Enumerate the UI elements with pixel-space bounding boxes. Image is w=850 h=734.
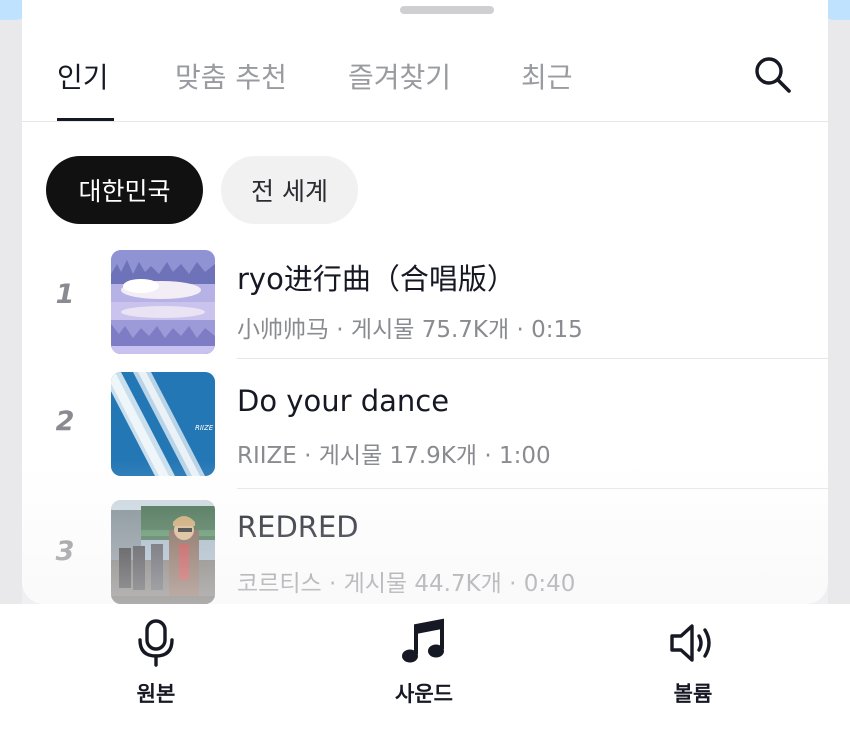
rank-number: 2 xyxy=(55,406,75,437)
row-divider xyxy=(237,358,828,359)
microphone-icon xyxy=(138,619,174,667)
tab-favorites[interactable]: 즐겨찾기 xyxy=(348,56,451,96)
list-item[interactable]: 1 ryo进行曲（合唱版） 小帅帅马 · 게시물 75.7K개 · 0:15 xyxy=(0,244,850,354)
song-title: ryo进行曲（合唱版） xyxy=(237,262,516,296)
drag-handle[interactable] xyxy=(400,6,494,14)
song-cover xyxy=(111,250,215,354)
original-sound-label: 원본 xyxy=(136,682,176,706)
region-chip-global[interactable]: 전 세계 xyxy=(221,156,358,224)
tab-divider xyxy=(22,121,828,122)
song-cover xyxy=(111,500,215,604)
rank-number: 1 xyxy=(55,279,75,310)
song-meta: 小帅帅马 · 게시물 75.7K개 · 0:15 xyxy=(237,317,583,343)
bottom-action-bar: 원본 사운드 볼륨 xyxy=(0,604,850,734)
song-meta: 코르티스 · 게시물 44.7K개 · 0:40 xyxy=(237,571,576,597)
tab-for-you[interactable]: 맞춤 추천 xyxy=(175,56,287,96)
list-item[interactable]: 3 REDRED 코르티스 · 게시물 44.7K개 · 0:40 xyxy=(0,498,850,608)
list-item[interactable]: 2 RIIZE Do your dance RIIZE · 게시물 17.9K개… xyxy=(0,370,850,480)
svg-text:RIIZE: RIIZE xyxy=(195,424,214,432)
search-icon[interactable] xyxy=(752,54,792,94)
song-meta: RIIZE · 게시물 17.9K개 · 1:00 xyxy=(237,443,551,469)
original-sound-button[interactable]: 원본 xyxy=(96,604,216,708)
tab-recent[interactable]: 최근 xyxy=(521,56,573,96)
sound-label: 사운드 xyxy=(395,682,453,706)
rank-number: 3 xyxy=(55,536,75,567)
tab-popular[interactable]: 인기 xyxy=(57,56,109,96)
song-title: Do your dance xyxy=(237,384,450,418)
row-divider xyxy=(237,488,828,489)
volume-label: 볼륨 xyxy=(673,682,713,706)
volume-button[interactable]: 볼륨 xyxy=(633,604,753,708)
music-note-icon xyxy=(402,618,444,663)
region-chip-korea[interactable]: 대한민국 xyxy=(46,156,203,224)
song-cover: RIIZE xyxy=(111,372,215,476)
speaker-volume-icon xyxy=(670,624,711,662)
sound-button[interactable]: 사운드 xyxy=(364,604,484,708)
song-title: REDRED xyxy=(237,510,359,544)
